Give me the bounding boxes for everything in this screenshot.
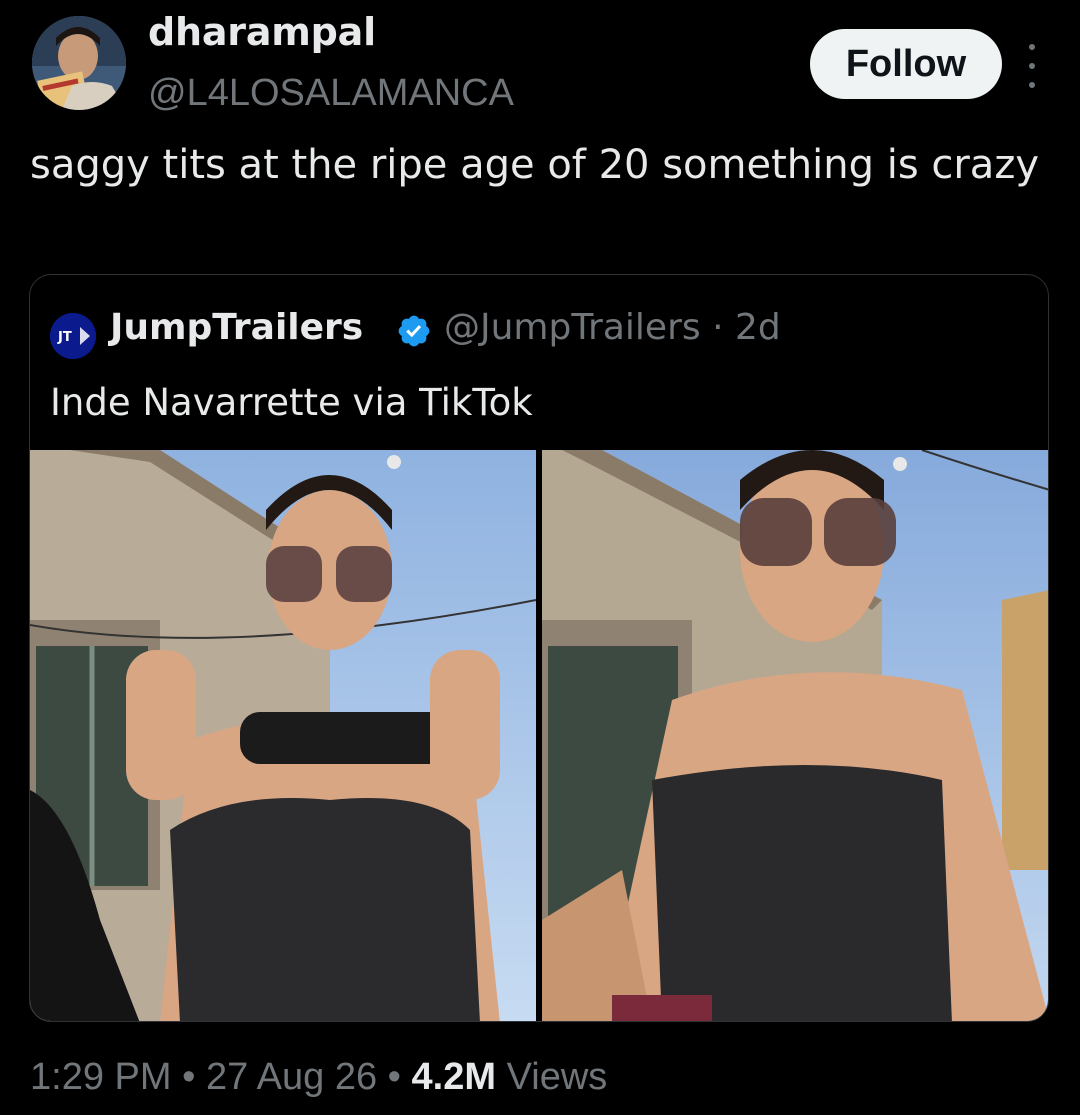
post-time[interactable]: 1:29 PM — [30, 1056, 172, 1098]
quoted-author-handle-time[interactable]: @JumpTrailers · 2d — [444, 307, 781, 348]
dot — [1029, 44, 1035, 50]
dot — [1029, 82, 1035, 88]
separator: • — [377, 1056, 412, 1098]
quoted-post-card[interactable]: JT JumpTrailers @JumpTrailers · 2d Inde … — [29, 274, 1049, 1022]
quoted-author-avatar[interactable]: JT — [50, 313, 96, 359]
dot — [1029, 63, 1035, 69]
author-avatar[interactable] — [32, 16, 126, 110]
post-date[interactable]: 27 Aug 26 — [206, 1056, 377, 1098]
quoted-author-name[interactable]: JumpTrailers — [110, 307, 363, 348]
photo-2 — [542, 450, 1048, 1021]
quoted-post-text: Inde Navarrette via TikTok — [50, 381, 533, 424]
post-meta: 1:29 PM • 27 Aug 26 • 4.2M Views — [30, 1056, 607, 1099]
separator: • — [171, 1056, 206, 1098]
post-text: saggy tits at the ripe age of 20 somethi… — [30, 142, 1039, 188]
jt-logo-icon: JT — [50, 313, 96, 359]
photo-1 — [30, 450, 536, 1021]
avatar-image — [32, 16, 126, 110]
follow-button[interactable]: Follow — [810, 29, 1002, 99]
author-display-name[interactable]: dharampal — [148, 10, 376, 54]
views-label: Views — [496, 1056, 608, 1098]
verified-badge-icon — [398, 315, 430, 347]
quoted-media-photo-2[interactable] — [542, 450, 1048, 1021]
quoted-media-photo-1[interactable] — [30, 450, 536, 1021]
more-vertical-icon[interactable] — [1022, 44, 1042, 88]
views-count[interactable]: 4.2M — [412, 1056, 496, 1098]
author-handle[interactable]: @L4LOSALAMANCA — [148, 72, 514, 115]
svg-text:JT: JT — [57, 330, 72, 345]
